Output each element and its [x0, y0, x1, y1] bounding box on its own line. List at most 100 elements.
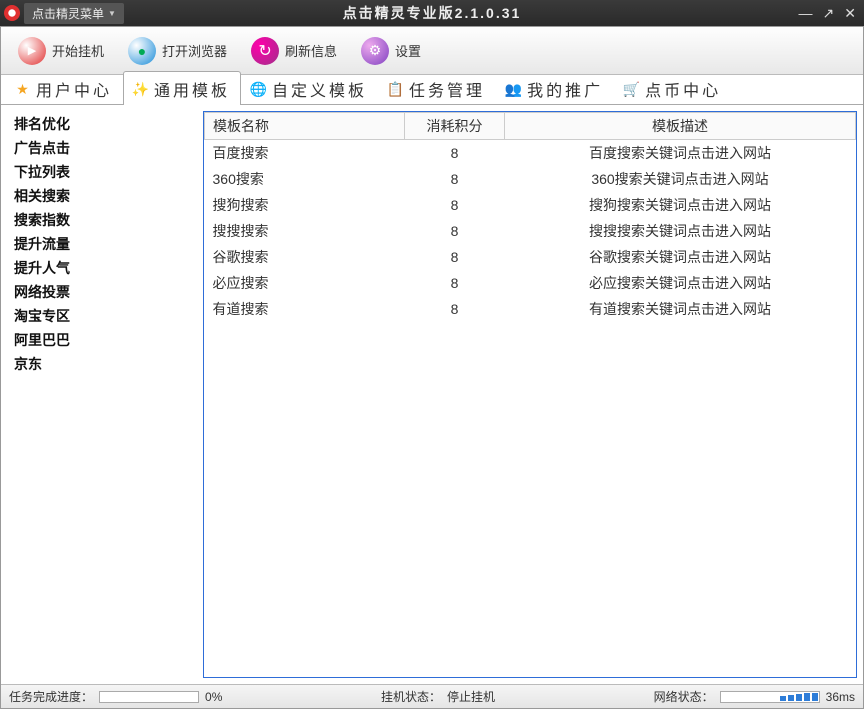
- refresh-label: 刷新信息: [285, 41, 337, 60]
- table-header-row: 模板名称 消耗积分 模板描述: [205, 113, 856, 140]
- sidebar-item[interactable]: 排名优化: [8, 112, 196, 136]
- template-table-wrap: 模板名称 消耗积分 模板描述 百度搜索8百度搜索关键词点击进入网站360搜索83…: [203, 111, 857, 678]
- play-icon: [18, 37, 46, 65]
- sidebar-item[interactable]: 搜索指数: [8, 208, 196, 232]
- start-button[interactable]: 开始挂机: [7, 32, 115, 70]
- tab-general-template[interactable]: ✨ 通用模板: [123, 71, 241, 105]
- col-name[interactable]: 模板名称: [205, 113, 405, 140]
- browser-icon: [128, 37, 156, 65]
- start-label: 开始挂机: [52, 41, 104, 60]
- signal-icon: [720, 691, 820, 703]
- app-body: 开始挂机 打开浏览器 刷新信息 设置 ★ 用户中心 ✨ 通用模板 🌐 自定义模板: [0, 26, 864, 709]
- hang-status-label: 挂机状态：: [381, 688, 441, 705]
- tab-coin-center[interactable]: 🛒 点币中心: [614, 71, 732, 105]
- settings-label: 设置: [395, 41, 421, 60]
- sidebar-item[interactable]: 相关搜索: [8, 184, 196, 208]
- hang-status: 挂机状态： 停止挂机: [381, 688, 495, 705]
- wand-icon: ✨: [134, 81, 150, 97]
- cell-name: 百度搜索: [205, 140, 405, 167]
- sidebar-item[interactable]: 网络投票: [8, 280, 196, 304]
- cell-name: 有道搜索: [205, 296, 405, 322]
- sidebar-item[interactable]: 提升流量: [8, 232, 196, 256]
- cell-desc: 搜狗搜索关键词点击进入网站: [505, 192, 856, 218]
- cell-desc: 搜搜搜索关键词点击进入网站: [505, 218, 856, 244]
- refresh-button[interactable]: 刷新信息: [240, 32, 348, 70]
- progress-bar: [99, 691, 199, 703]
- app-icon: [4, 5, 20, 21]
- window-controls: — ↗ ✕: [799, 5, 864, 22]
- close-button[interactable]: ✕: [844, 5, 856, 22]
- hang-status-value: 停止挂机: [447, 688, 495, 705]
- tab-custom-template[interactable]: 🌐 自定义模板: [241, 71, 378, 105]
- task-progress-value: 0%: [205, 690, 222, 704]
- settings-button[interactable]: 设置: [350, 32, 432, 70]
- chevron-down-icon: ▼: [108, 9, 116, 18]
- task-icon: 📋: [389, 81, 405, 97]
- cell-name: 360搜索: [205, 166, 405, 192]
- cell-desc: 必应搜索关键词点击进入网站: [505, 270, 856, 296]
- titlebar: 点击精灵菜单 ▼ 点击精灵专业版2.1.0.31 — ↗ ✕: [0, 0, 864, 26]
- cell-cost: 8: [405, 140, 505, 167]
- task-progress-label: 任务完成进度：: [9, 688, 93, 705]
- maximize-button[interactable]: ↗: [823, 5, 835, 22]
- tab-label: 自定义模板: [272, 77, 367, 101]
- tab-label: 用户中心: [36, 77, 112, 101]
- gear-icon: [361, 37, 389, 65]
- star-icon: ★: [16, 81, 32, 97]
- cart-icon: 🛒: [625, 81, 641, 97]
- sidebar-item[interactable]: 广告点击: [8, 136, 196, 160]
- globe-icon: 🌐: [252, 81, 268, 97]
- net-status: 网络状态： 36ms: [654, 688, 855, 705]
- cell-desc: 百度搜索关键词点击进入网站: [505, 140, 856, 167]
- tab-label: 我的推广: [527, 77, 603, 101]
- tab-user-center[interactable]: ★ 用户中心: [5, 71, 123, 105]
- col-desc[interactable]: 模板描述: [505, 113, 856, 140]
- open-browser-button[interactable]: 打开浏览器: [117, 32, 238, 70]
- cell-cost: 8: [405, 296, 505, 322]
- template-table: 模板名称 消耗积分 模板描述 百度搜索8百度搜索关键词点击进入网站360搜索83…: [204, 112, 856, 322]
- browser-label: 打开浏览器: [162, 41, 227, 60]
- sidebar: 排名优化广告点击下拉列表相关搜索搜索指数提升流量提升人气网络投票淘宝专区阿里巴巴…: [7, 111, 197, 678]
- app-menu-button[interactable]: 点击精灵菜单 ▼: [24, 3, 124, 24]
- tab-my-promo[interactable]: 👥 我的推广: [496, 71, 614, 105]
- cell-desc: 有道搜索关键词点击进入网站: [505, 296, 856, 322]
- main-content: 排名优化广告点击下拉列表相关搜索搜索指数提升流量提升人气网络投票淘宝专区阿里巴巴…: [1, 105, 863, 684]
- sidebar-item[interactable]: 阿里巴巴: [8, 328, 196, 352]
- sidebar-item[interactable]: 京东: [8, 352, 196, 376]
- refresh-icon: [251, 37, 279, 65]
- task-progress: 任务完成进度： 0%: [9, 688, 222, 705]
- sidebar-item[interactable]: 淘宝专区: [8, 304, 196, 328]
- minimize-button[interactable]: —: [799, 5, 813, 22]
- app-menu-label: 点击精灵菜单: [32, 5, 104, 22]
- net-latency: 36ms: [826, 690, 855, 704]
- cell-cost: 8: [405, 244, 505, 270]
- cell-name: 搜搜搜索: [205, 218, 405, 244]
- sidebar-item[interactable]: 提升人气: [8, 256, 196, 280]
- tab-label: 任务管理: [409, 77, 485, 101]
- cell-cost: 8: [405, 192, 505, 218]
- tab-task-manage[interactable]: 📋 任务管理: [378, 71, 496, 105]
- cell-cost: 8: [405, 166, 505, 192]
- table-row[interactable]: 有道搜索8有道搜索关键词点击进入网站: [205, 296, 856, 322]
- cell-name: 谷歌搜索: [205, 244, 405, 270]
- col-cost[interactable]: 消耗积分: [405, 113, 505, 140]
- table-row[interactable]: 搜搜搜索8搜搜搜索关键词点击进入网站: [205, 218, 856, 244]
- toolbar: 开始挂机 打开浏览器 刷新信息 设置: [1, 27, 863, 75]
- table-row[interactable]: 搜狗搜索8搜狗搜索关键词点击进入网站: [205, 192, 856, 218]
- cell-desc: 谷歌搜索关键词点击进入网站: [505, 244, 856, 270]
- table-row[interactable]: 360搜索8360搜索关键词点击进入网站: [205, 166, 856, 192]
- net-status-label: 网络状态：: [654, 688, 714, 705]
- cell-name: 必应搜索: [205, 270, 405, 296]
- table-row[interactable]: 谷歌搜索8谷歌搜索关键词点击进入网站: [205, 244, 856, 270]
- window-title: 点击精灵专业版2.1.0.31: [0, 3, 864, 23]
- sidebar-item[interactable]: 下拉列表: [8, 160, 196, 184]
- statusbar: 任务完成进度： 0% 挂机状态： 停止挂机 网络状态： 36ms: [1, 684, 863, 708]
- cell-name: 搜狗搜索: [205, 192, 405, 218]
- tabs: ★ 用户中心 ✨ 通用模板 🌐 自定义模板 📋 任务管理 👥 我的推广 🛒 点币…: [1, 75, 863, 105]
- people-icon: 👥: [507, 81, 523, 97]
- cell-cost: 8: [405, 218, 505, 244]
- table-row[interactable]: 百度搜索8百度搜索关键词点击进入网站: [205, 140, 856, 167]
- table-row[interactable]: 必应搜索8必应搜索关键词点击进入网站: [205, 270, 856, 296]
- tab-label: 通用模板: [154, 77, 230, 101]
- tab-label: 点币中心: [645, 77, 721, 101]
